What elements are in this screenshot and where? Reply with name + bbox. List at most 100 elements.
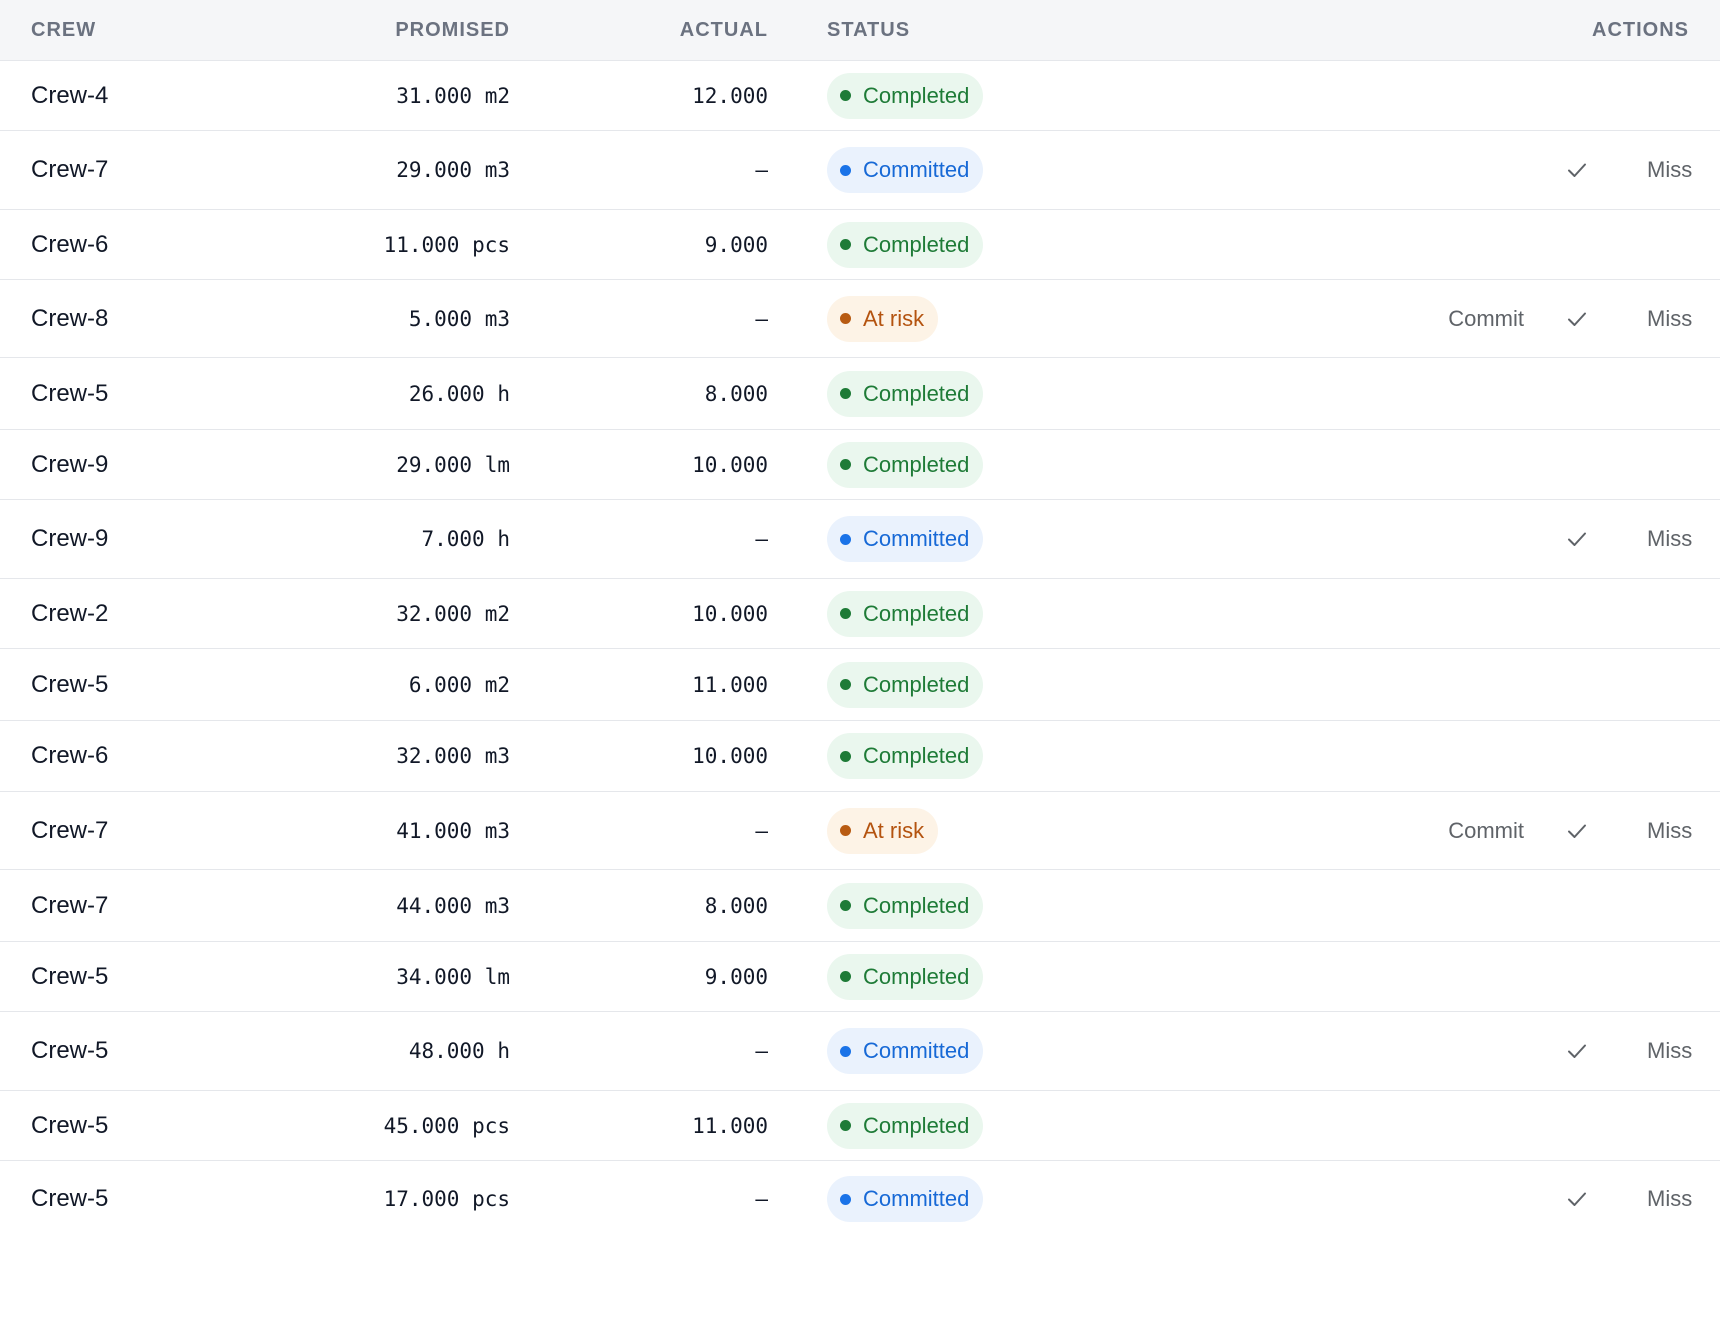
commit-button[interactable]: Commit: [1448, 306, 1524, 332]
actions-cell: Commit Miss: [1284, 304, 1720, 334]
status-label: Completed: [863, 743, 970, 768]
promised-cell: 34.000 lm: [396, 964, 510, 989]
status-badge: Committed: [827, 516, 984, 562]
status-cell: Committed: [768, 516, 1284, 562]
promised-cell: 26.000 h: [408, 381, 510, 406]
crew-cell: Crew-5: [31, 670, 109, 698]
promised-cell: 7.000 h: [421, 527, 510, 551]
promised-cell: 6.000 m2: [408, 672, 510, 697]
status-dot-icon: [840, 608, 851, 619]
promised-cell: 17.000 pcs: [383, 1187, 510, 1211]
actual-cell: 8.000: [704, 893, 768, 918]
header-promised[interactable]: PROMISED: [250, 19, 510, 42]
status-cell: Completed: [768, 882, 1284, 929]
table-header: CREW PROMISED ACTUAL STATUS ACTIONS: [0, 0, 1720, 61]
status-dot-icon: [840, 971, 851, 982]
status-cell: Completed: [768, 661, 1284, 708]
actual-cell: 8.000: [704, 381, 768, 406]
actual-cell: 11.000: [692, 1113, 768, 1138]
actual-cell: 10.000: [692, 601, 768, 626]
table-row: Crew-2 32.000 m2 10.000 Completed: [0, 579, 1720, 649]
complete-check-button[interactable]: [1562, 1184, 1592, 1214]
status-dot-icon: [840, 1045, 851, 1057]
miss-button[interactable]: Miss: [1647, 1186, 1692, 1212]
miss-button[interactable]: Miss: [1647, 306, 1692, 332]
status-cell: Completed: [768, 221, 1284, 268]
actual-cell: 11.000: [692, 672, 768, 697]
table-row: Crew-7 29.000 m3 – Committed Miss: [0, 131, 1720, 210]
commitments-table: CREW PROMISED ACTUAL STATUS ACTIONS Crew…: [0, 0, 1720, 1237]
promised-cell: 29.000 lm: [396, 452, 510, 477]
status-badge: Completed: [827, 953, 984, 1000]
header-actions: ACTIONS: [1592, 18, 1689, 41]
table-row: Crew-4 31.000 m2 12.000 Completed: [0, 61, 1720, 131]
status-label: Completed: [863, 671, 970, 697]
header-status[interactable]: STATUS: [768, 19, 1284, 42]
table-row: Crew-5 26.000 h 8.000 Completed: [0, 358, 1720, 430]
miss-button[interactable]: Miss: [1647, 1038, 1692, 1064]
header-crew[interactable]: CREW: [0, 19, 250, 42]
complete-check-button[interactable]: [1562, 1036, 1592, 1066]
crew-cell: Crew-6: [31, 742, 109, 769]
status-label: Completed: [863, 82, 970, 108]
actions-cell: Miss: [1284, 1184, 1720, 1214]
crew-cell: Crew-5: [31, 1111, 109, 1139]
table-row: Crew-9 29.000 lm 10.000 Completed: [0, 430, 1720, 500]
crew-cell: Crew-2: [31, 599, 109, 627]
check-icon: [1568, 532, 1586, 546]
table-row: Crew-5 6.000 m2 11.000 Completed: [0, 649, 1720, 721]
status-dot-icon: [840, 900, 851, 911]
status-badge: Committed: [827, 147, 984, 193]
status-label: Completed: [863, 600, 970, 626]
complete-check-button[interactable]: [1562, 524, 1592, 554]
status-dot-icon: [840, 1193, 851, 1205]
complete-check-button[interactable]: [1562, 155, 1592, 185]
table-row: Crew-5 48.000 h – Committed Miss: [0, 1012, 1720, 1091]
commit-button[interactable]: Commit: [1448, 818, 1524, 844]
promised-cell: 41.000 m3: [396, 818, 510, 843]
header-actual[interactable]: ACTUAL: [510, 19, 768, 42]
crew-cell: Crew-7: [31, 816, 109, 844]
actual-cell: –: [755, 1187, 768, 1211]
actions-cell: Miss: [1284, 1036, 1720, 1066]
status-label: Committed: [863, 526, 970, 551]
status-cell: Completed: [768, 72, 1284, 119]
status-dot-icon: [840, 679, 851, 690]
check-icon: [1568, 163, 1586, 177]
complete-check-button[interactable]: [1562, 304, 1592, 334]
status-label: At risk: [863, 305, 925, 331]
table-row: Crew-5 34.000 lm 9.000 Completed: [0, 942, 1720, 1012]
promised-cell: 32.000 m2: [396, 601, 510, 626]
status-cell: Completed: [768, 953, 1284, 1000]
status-label: Committed: [863, 157, 970, 182]
actual-cell: 10.000: [692, 452, 768, 477]
crew-cell: Crew-5: [31, 1037, 109, 1064]
status-badge: Completed: [827, 221, 984, 268]
status-label: At risk: [863, 817, 925, 843]
status-badge: Completed: [827, 72, 984, 119]
complete-check-button[interactable]: [1562, 816, 1592, 846]
status-badge: At risk: [827, 295, 939, 342]
status-dot-icon: [840, 239, 851, 250]
status-label: Completed: [863, 380, 970, 406]
status-label: Committed: [863, 1186, 970, 1211]
status-cell: Completed: [768, 441, 1284, 488]
crew-cell: Crew-7: [31, 156, 109, 183]
miss-button[interactable]: Miss: [1647, 157, 1692, 183]
status-dot-icon: [840, 459, 851, 470]
actual-cell: –: [755, 1039, 768, 1063]
table-row: Crew-6 11.000 pcs 9.000 Completed: [0, 210, 1720, 280]
check-icon: [1568, 312, 1586, 326]
actual-cell: 9.000: [704, 232, 768, 257]
status-cell: Completed: [768, 590, 1284, 637]
miss-button[interactable]: Miss: [1647, 526, 1692, 552]
status-dot-icon: [840, 533, 851, 545]
crew-cell: Crew-5: [31, 962, 109, 990]
status-label: Completed: [863, 963, 970, 989]
crew-cell: Crew-5: [31, 1185, 109, 1212]
promised-cell: 31.000 m2: [396, 83, 510, 108]
crew-cell: Crew-9: [31, 525, 109, 552]
crew-cell: Crew-7: [31, 891, 109, 919]
miss-button[interactable]: Miss: [1647, 818, 1692, 844]
status-label: Completed: [863, 1112, 970, 1138]
